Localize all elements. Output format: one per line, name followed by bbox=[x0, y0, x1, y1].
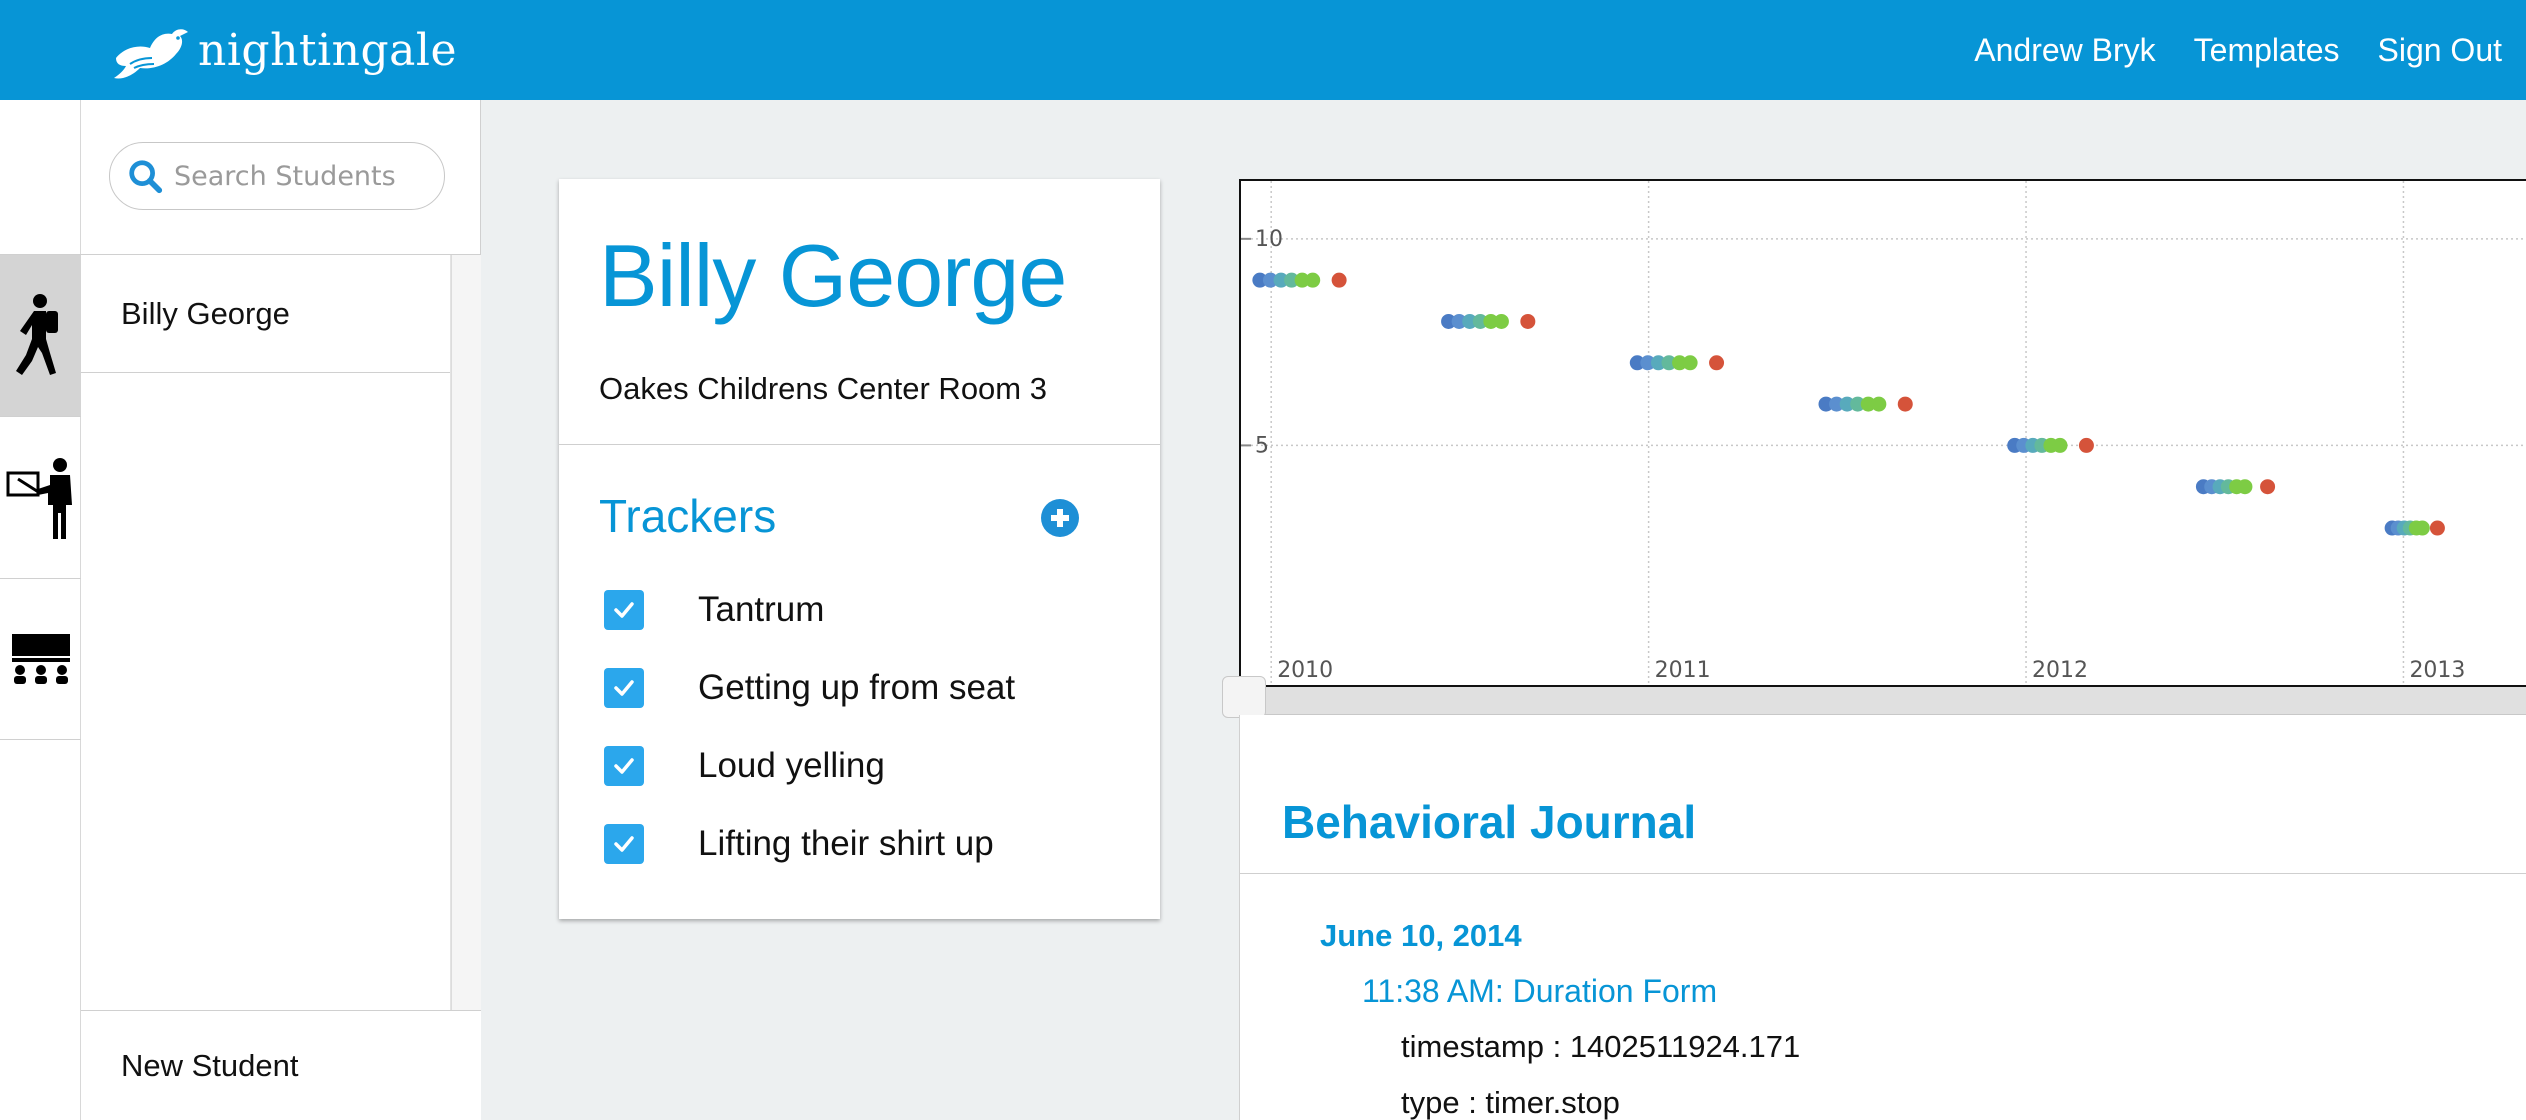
checkmark-icon bbox=[614, 836, 634, 852]
journal-divider bbox=[1240, 873, 2526, 874]
icon-rail bbox=[0, 100, 81, 1120]
teacher-presenting-icon bbox=[6, 457, 72, 539]
tracker-label: Loud yelling bbox=[698, 746, 885, 785]
card-divider bbox=[559, 444, 1160, 445]
chart-range-handle[interactable] bbox=[1222, 676, 1266, 718]
y-tick-label: 5 bbox=[1255, 433, 1269, 458]
nav-user-link[interactable]: Andrew Bryk bbox=[1974, 32, 2155, 69]
journal-entry-link[interactable]: 11:38 AM: Duration Form bbox=[1362, 973, 1717, 1010]
journal-field: timestamp : 1402511924.171 bbox=[1401, 1029, 1801, 1064]
search-box[interactable] bbox=[109, 142, 445, 210]
rail-item-classrooms[interactable] bbox=[0, 578, 81, 740]
top-nav: Andrew Bryk Templates Sign Out bbox=[1974, 0, 2502, 100]
new-student-button[interactable]: New Student bbox=[81, 1010, 481, 1120]
student-walking-icon bbox=[15, 293, 58, 375]
brand-name: nightingale bbox=[198, 24, 458, 76]
chart-svg: 2010 2011 2012 2013 10 5 bbox=[1241, 181, 2526, 685]
classroom-icon bbox=[11, 634, 70, 684]
rail-item-students[interactable] bbox=[0, 254, 81, 416]
behavior-chart[interactable]: 2010 2011 2012 2013 10 5 bbox=[1239, 179, 2526, 687]
plus-icon bbox=[1051, 509, 1069, 527]
behavioral-journal: Behavioral Journal June 10, 2014 11:38 A… bbox=[1239, 715, 2526, 1120]
data-point bbox=[1493, 313, 1509, 329]
x-tick-label: 2011 bbox=[1655, 658, 1711, 683]
tracker-label: Getting up from seat bbox=[698, 668, 1016, 707]
nav-sign-out-link[interactable]: Sign Out bbox=[2377, 32, 2502, 69]
student-profile-card: Billy George Oakes Childrens Center Room… bbox=[559, 179, 1160, 919]
student-list-scrollbar[interactable] bbox=[451, 255, 481, 1010]
tracker-label: Lifting their shirt up bbox=[698, 824, 994, 863]
data-point-outlier bbox=[1520, 313, 1536, 329]
student-name: Billy George bbox=[599, 226, 1067, 325]
chart-range-slider[interactable] bbox=[1239, 687, 2526, 715]
data-point-outlier bbox=[2078, 437, 2094, 453]
checkmark-icon bbox=[614, 758, 634, 774]
journal-title: Behavioral Journal bbox=[1282, 796, 1697, 848]
add-tracker-button[interactable] bbox=[1041, 499, 1079, 537]
student-list: Billy George bbox=[81, 255, 451, 1010]
data-point bbox=[2237, 479, 2253, 495]
data-point-outlier bbox=[1897, 396, 1913, 412]
tracker-checkbox[interactable] bbox=[604, 746, 644, 786]
trackers-heading: Trackers bbox=[599, 490, 777, 542]
tracker-item[interactable]: Tantrum bbox=[604, 585, 824, 635]
tracker-checkbox[interactable] bbox=[604, 824, 644, 864]
student-panel: Billy George New Student bbox=[81, 100, 481, 1120]
tracker-item[interactable]: Loud yelling bbox=[604, 741, 885, 791]
data-point bbox=[1305, 272, 1321, 288]
tracker-item[interactable]: Lifting their shirt up bbox=[604, 819, 994, 869]
data-point bbox=[1871, 396, 1887, 412]
data-point-outlier bbox=[1709, 355, 1725, 371]
x-tick-label: 2013 bbox=[2409, 658, 2465, 683]
data-point-outlier bbox=[2429, 520, 2445, 536]
journal-field: type : timer.stop bbox=[1401, 1085, 1620, 1120]
tracker-checkbox[interactable] bbox=[604, 668, 644, 708]
tracker-checkbox[interactable] bbox=[604, 590, 644, 630]
nav-templates-link[interactable]: Templates bbox=[2194, 32, 2340, 69]
nightingale-logo[interactable]: nightingale bbox=[110, 18, 457, 82]
checkmark-icon bbox=[614, 602, 634, 618]
y-tick-label: 10 bbox=[1255, 227, 1283, 252]
nightingale-bird-icon bbox=[114, 29, 188, 79]
tracker-label: Tantrum bbox=[698, 590, 825, 629]
search-input[interactable] bbox=[174, 160, 444, 192]
journal-date: June 10, 2014 bbox=[1320, 918, 1522, 953]
data-point bbox=[1682, 355, 1698, 371]
student-item-billy-george[interactable]: Billy George bbox=[81, 255, 450, 373]
rail-item-teachers[interactable] bbox=[0, 416, 81, 578]
data-point bbox=[2414, 520, 2430, 536]
student-school: Oakes Childrens Center Room 3 bbox=[599, 371, 1047, 406]
checkmark-icon bbox=[614, 680, 634, 696]
data-point bbox=[2052, 437, 2068, 453]
x-tick-label: 2010 bbox=[1277, 658, 1333, 683]
data-point-outlier bbox=[2260, 479, 2276, 495]
tracker-item[interactable]: Getting up from seat bbox=[604, 663, 1015, 713]
top-bar: nightingale Andrew Bryk Templates Sign O… bbox=[0, 0, 2526, 100]
x-tick-label: 2012 bbox=[2032, 658, 2088, 683]
search-icon bbox=[129, 160, 163, 194]
data-point-outlier bbox=[1331, 272, 1347, 288]
